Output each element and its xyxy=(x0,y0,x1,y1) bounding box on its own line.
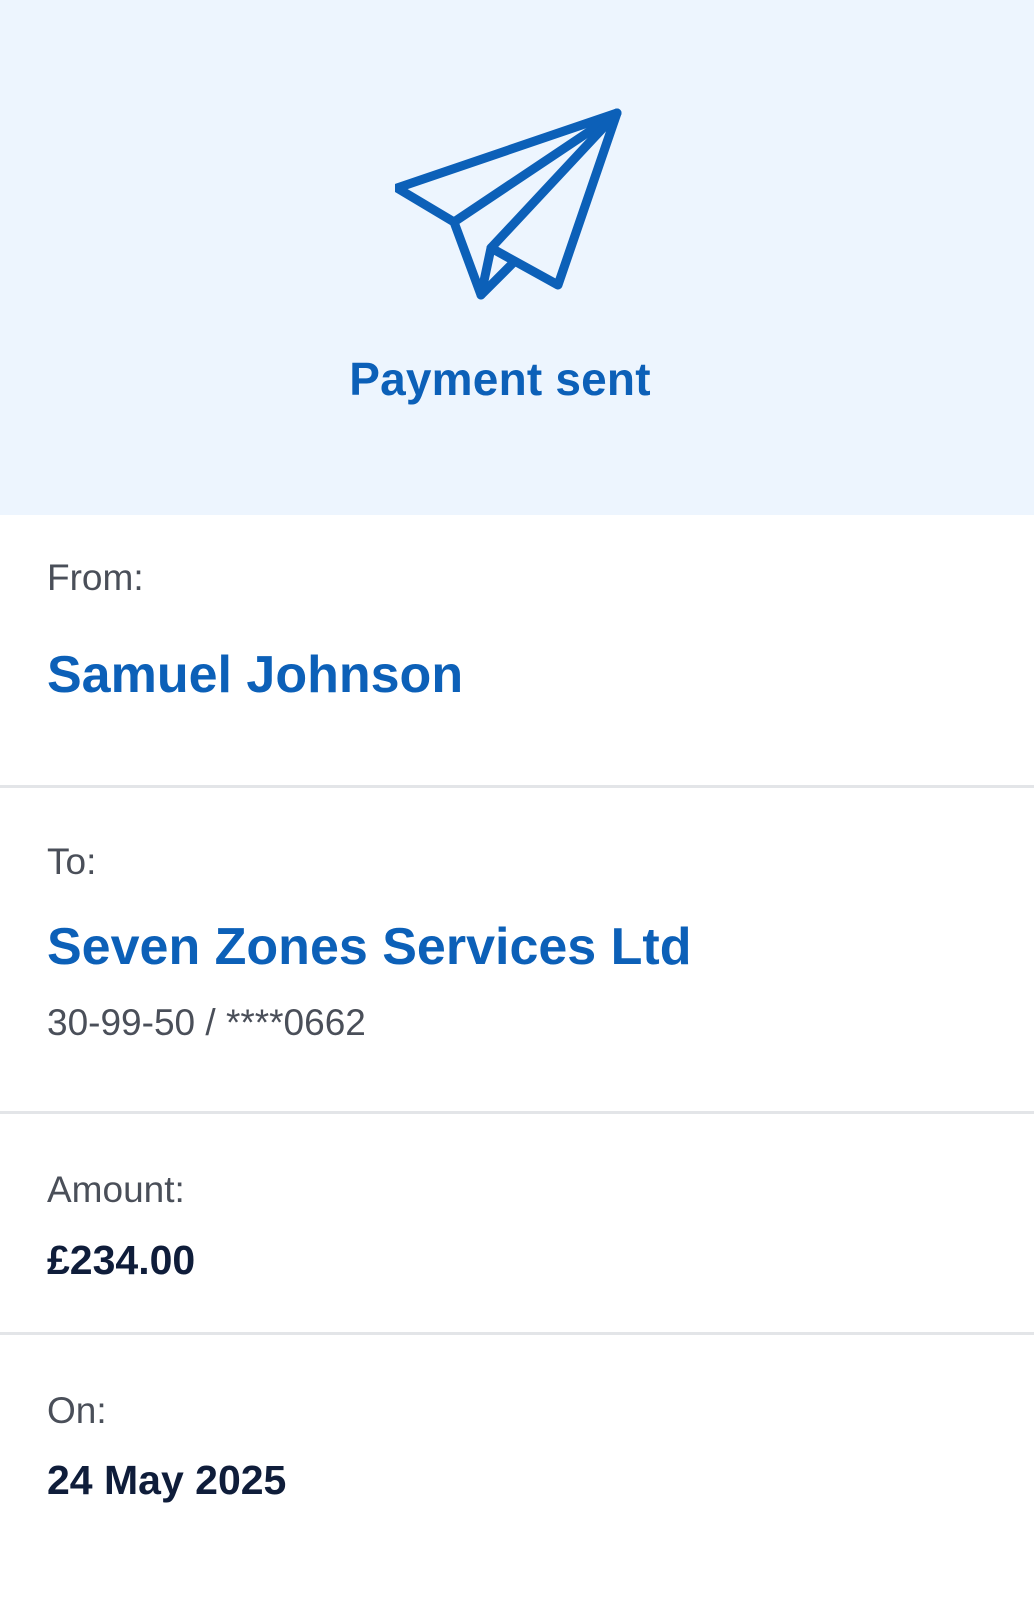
status-title: Payment sent xyxy=(349,353,651,405)
date-value: 24 May 2025 xyxy=(47,1457,287,1503)
date-label: On: xyxy=(47,1390,107,1431)
amount-label: Amount: xyxy=(47,1169,185,1210)
recipient-account: 30-99-50 / ****0662 xyxy=(47,1002,366,1043)
from-label: From: xyxy=(47,557,144,598)
sender-name: Samuel Johnson xyxy=(47,646,464,704)
amount-value: £234.00 xyxy=(47,1237,196,1283)
divider xyxy=(0,785,1034,788)
divider xyxy=(0,1332,1034,1335)
to-label: To: xyxy=(47,841,97,882)
paper-plane-icon xyxy=(395,108,622,300)
divider xyxy=(0,1111,1034,1114)
confirmation-header: Payment sent xyxy=(0,0,1034,515)
recipient-name: Seven Zones Services Ltd xyxy=(47,918,692,976)
payment-confirmation-screen: Payment sent From: Samuel Johnson To: Se… xyxy=(0,0,1034,1600)
